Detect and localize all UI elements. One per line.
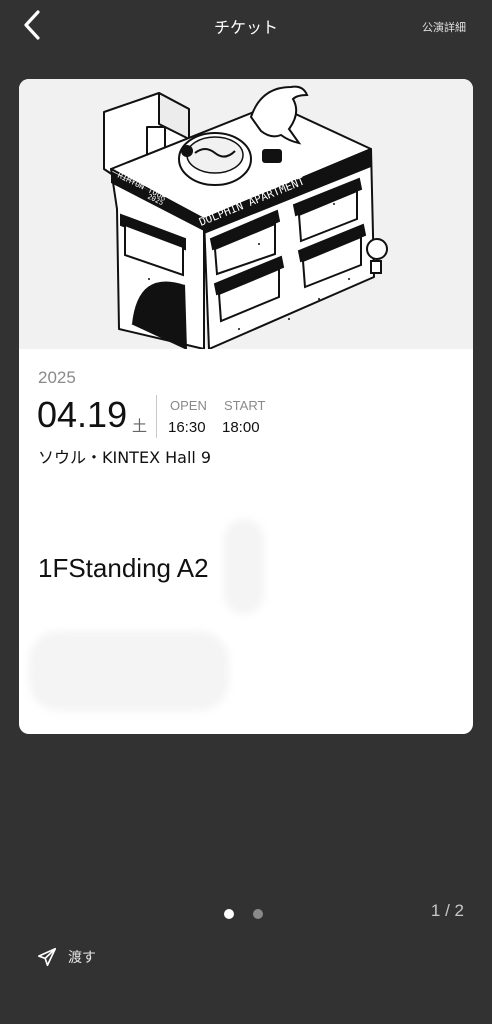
seat-info: 1FStanding A2 xyxy=(38,553,209,583)
venue-name: ソウル・KINTEX Hall 9 xyxy=(38,448,212,467)
event-weekday: 土 xyxy=(132,417,148,435)
dolphin-apartment-illustration: RIMYUN TOUR 2025 DOLPHIN APARTMENT xyxy=(19,79,473,349)
date-divider xyxy=(156,395,157,438)
transfer-button[interactable]: 渡す xyxy=(36,944,96,970)
page-title: チケット xyxy=(213,18,278,37)
start-label: START xyxy=(224,398,266,413)
redacted-area xyxy=(224,519,264,614)
header-bar: チケット 公演詳細 xyxy=(0,0,492,52)
send-icon xyxy=(37,947,57,967)
page-indicator xyxy=(224,909,263,919)
ticket-screen: チケット 公演詳細 RIMYUN TOUR 2025 DOLPHIN APART… xyxy=(0,0,492,1024)
start-time: 18:00 xyxy=(222,419,260,436)
transfer-label: 渡す xyxy=(68,950,96,966)
redacted-area xyxy=(29,631,229,711)
ticket-artwork: RIMYUN TOUR 2025 DOLPHIN APARTMENT xyxy=(19,79,473,349)
event-year: 2025 xyxy=(38,368,76,387)
event-date: 04.19 xyxy=(37,394,128,435)
ticket-card[interactable]: RIMYUN TOUR 2025 DOLPHIN APARTMENT 2025 … xyxy=(19,79,473,734)
page-counter: 1 / 2 xyxy=(430,901,464,920)
page-dot-2[interactable] xyxy=(253,909,263,919)
open-time: 16:30 xyxy=(168,419,206,436)
open-label: OPEN xyxy=(170,398,207,413)
page-dot-1[interactable] xyxy=(224,909,234,919)
performance-details-link[interactable]: 公演詳細 xyxy=(422,19,466,35)
